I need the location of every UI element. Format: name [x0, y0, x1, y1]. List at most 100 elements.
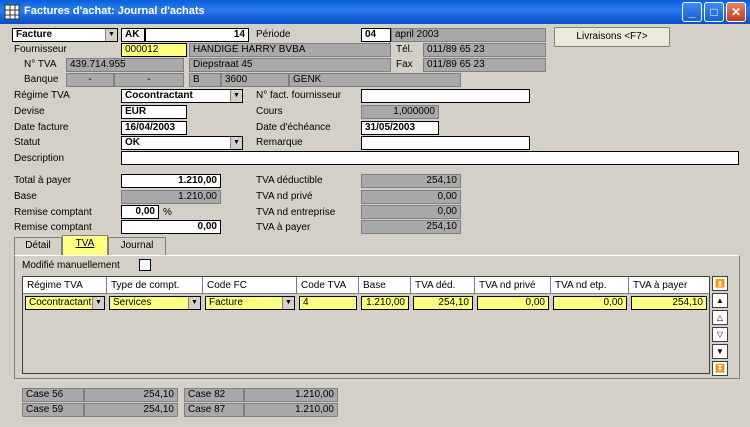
- grid-app-icon: [4, 4, 20, 20]
- livraisons-button[interactable]: Livraisons <F7>: [554, 27, 670, 47]
- chevron-down-icon[interactable]: ▼: [92, 297, 104, 309]
- chevron-down-icon[interactable]: ▼: [282, 297, 294, 309]
- chevron-down-icon[interactable]: ▼: [188, 297, 200, 309]
- window-title: Factures d'achat: Journal d'achats: [24, 5, 205, 17]
- grid-tva-ded-cell[interactable]: 254,10: [413, 296, 473, 310]
- tva-number-label: N° TVA: [24, 59, 57, 70]
- tab-journal[interactable]: Journal: [108, 237, 166, 255]
- regime-tva-select[interactable]: Cocontractant ▼: [121, 89, 243, 103]
- total-label: Total à payer: [14, 175, 72, 186]
- last-record-icon[interactable]: ⏬: [712, 361, 728, 376]
- column-header[interactable]: Code FC: [203, 277, 297, 294]
- bank-field-a: -: [66, 73, 114, 87]
- modifie-manuellement-label: Modifié manuellement: [22, 260, 120, 271]
- remarque-field[interactable]: [361, 136, 530, 150]
- case-82-value: 1.210,00: [244, 388, 338, 402]
- cours-value: 1,000000: [361, 105, 439, 119]
- date-facture-field[interactable]: 16/04/2003: [121, 121, 187, 135]
- grid-navigation: ⏫ ▲ △ ▽ ▼ ⏬: [712, 276, 728, 376]
- case-59-label: Case 59: [22, 403, 84, 417]
- supplier-street: Diepstraat 45: [189, 58, 391, 72]
- case-87-label: Case 87: [184, 403, 244, 417]
- zip-code: 3600: [221, 73, 289, 87]
- remise-pct-field[interactable]: 0,00: [121, 205, 159, 219]
- case-59-value: 254,10: [84, 403, 178, 417]
- grid-tva-nd-prive-cell[interactable]: 0,00: [477, 296, 549, 310]
- case-87-value: 1.210,00: [244, 403, 338, 417]
- column-header[interactable]: Code TVA: [297, 277, 359, 294]
- column-header[interactable]: TVA nd privé: [475, 277, 551, 294]
- case-56-label: Case 56: [22, 388, 84, 402]
- description-label: Description: [14, 153, 65, 164]
- regime-tva-value: Cocontractant: [125, 90, 193, 101]
- journal-field[interactable]: AK: [121, 28, 145, 42]
- column-header[interactable]: TVA à payer: [629, 277, 709, 294]
- tva-nd-entreprise-value: 0,00: [361, 205, 461, 219]
- minimize-button[interactable]: _: [682, 2, 702, 22]
- previous-record-icon[interactable]: △: [712, 310, 728, 325]
- tab-tva[interactable]: TVA: [62, 235, 108, 255]
- tab-detail[interactable]: Détail: [14, 237, 62, 255]
- first-record-icon[interactable]: ⏫: [712, 276, 728, 291]
- periode-text: april 2003: [391, 28, 546, 42]
- fournisseur-label: Fournisseur: [14, 44, 67, 55]
- date-echeance-field[interactable]: 31/05/2003: [361, 121, 439, 135]
- chevron-down-icon[interactable]: ▼: [230, 137, 242, 149]
- supplier-invoice-number-field[interactable]: [361, 89, 530, 103]
- statut-select[interactable]: OK ▼: [121, 136, 243, 150]
- tel-value: 011/89 65 23: [423, 43, 546, 57]
- devise-field[interactable]: EUR: [121, 105, 187, 119]
- doc-type-select[interactable]: Facture ▼: [12, 28, 118, 42]
- nfact-label: N° fact. fournisseur: [256, 90, 342, 101]
- chevron-down-icon[interactable]: ▼: [230, 90, 242, 102]
- grid-regime-select[interactable]: Cocontractant ▼: [25, 296, 105, 310]
- grid-code-fc-select[interactable]: Facture ▼: [205, 296, 295, 310]
- fax-value: 011/89 65 23: [423, 58, 546, 72]
- tva-nd-prive-value: 0,00: [361, 190, 461, 204]
- percent-sign: %: [163, 207, 172, 218]
- grid-type-compte-value: Services: [113, 297, 152, 308]
- maximize-button[interactable]: □: [704, 2, 724, 22]
- remise-amount-label: Remise comptant: [14, 222, 92, 233]
- tel-label: Tél.: [396, 44, 413, 55]
- periode-number-field[interactable]: 04: [361, 28, 391, 42]
- grid-tva-payer-cell[interactable]: 254,10: [631, 296, 707, 310]
- doc-type-value: Facture: [16, 29, 53, 40]
- tva-number-value: 439.714.955: [66, 58, 184, 72]
- close-button[interactable]: ✕: [726, 2, 746, 22]
- grid-base-cell[interactable]: 1.210,00: [361, 296, 409, 310]
- case-82-label: Case 82: [184, 388, 244, 402]
- next-page-icon[interactable]: ▼: [712, 344, 728, 359]
- column-header[interactable]: TVA nd etp.: [551, 277, 629, 294]
- supplier-code-field[interactable]: 000012: [121, 43, 187, 57]
- remise-pct-label: Remise comptant: [14, 207, 92, 218]
- column-header[interactable]: Base: [359, 277, 411, 294]
- modifie-manuellement-checkbox[interactable]: [139, 259, 151, 271]
- case-56-value: 254,10: [84, 388, 178, 402]
- grid-tva-nd-etp-cell[interactable]: 0,00: [553, 296, 627, 310]
- total-field[interactable]: 1.210,00: [121, 174, 221, 188]
- tva-deductible-value: 254,10: [361, 174, 461, 188]
- column-header[interactable]: Type de compt.: [107, 277, 203, 294]
- tva-deductible-label: TVA déductible: [256, 175, 323, 186]
- column-header[interactable]: Régime TVA: [23, 277, 107, 294]
- previous-page-icon[interactable]: ▲: [712, 293, 728, 308]
- next-record-icon[interactable]: ▽: [712, 327, 728, 342]
- city: GENK: [289, 73, 461, 87]
- tva-grid: Régime TVA Type de compt. Code FC Code T…: [22, 276, 710, 374]
- statut-value: OK: [125, 137, 140, 148]
- statut-label: Statut: [14, 137, 41, 148]
- bank-field-b: -: [114, 73, 184, 87]
- grid-code-tva-cell[interactable]: 4: [299, 296, 357, 310]
- banque-label: Banque: [24, 74, 59, 85]
- chevron-down-icon[interactable]: ▼: [105, 29, 117, 41]
- date-facture-label: Date facture: [14, 122, 69, 133]
- document-number-field[interactable]: 14: [145, 28, 249, 42]
- grid-code-fc-value: Facture: [209, 297, 243, 308]
- grid-regime-value: Cocontractant: [29, 297, 92, 308]
- regime-tva-label: Régime TVA: [14, 90, 70, 101]
- remise-amount-field[interactable]: 0,00: [121, 220, 221, 234]
- grid-type-compte-select[interactable]: Services ▼: [109, 296, 201, 310]
- column-header[interactable]: TVA déd.: [411, 277, 475, 294]
- description-field[interactable]: [121, 151, 739, 165]
